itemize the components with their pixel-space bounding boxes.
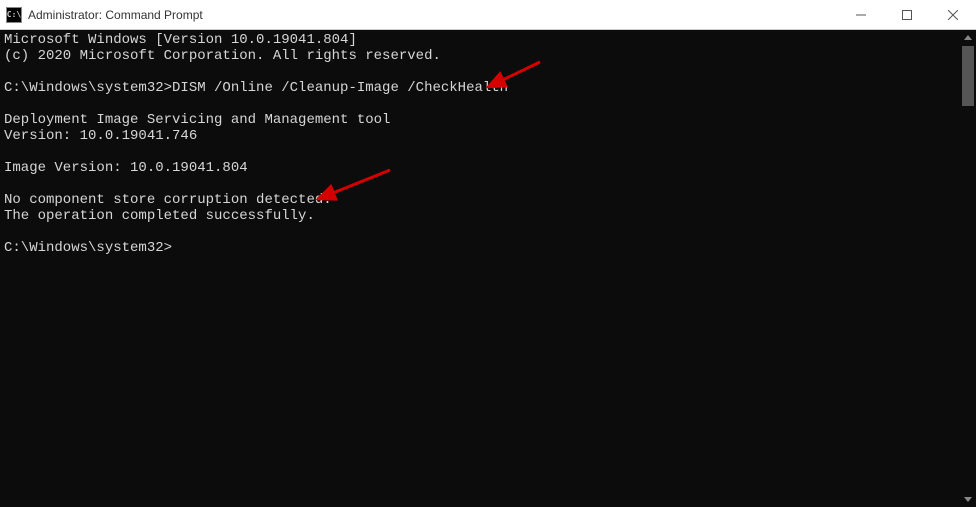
maximize-button[interactable] [884, 0, 930, 29]
minimize-button[interactable] [838, 0, 884, 29]
scrollbar-thumb[interactable] [962, 46, 974, 106]
scroll-up-icon[interactable] [960, 30, 976, 46]
close-button[interactable] [930, 0, 976, 29]
scroll-down-icon[interactable] [960, 491, 976, 507]
cmd-icon: C:\ [6, 7, 22, 23]
title-left: C:\ Administrator: Command Prompt [6, 7, 203, 23]
titlebar[interactable]: C:\ Administrator: Command Prompt [0, 0, 976, 30]
terminal-wrap: Microsoft Windows [Version 10.0.19041.80… [0, 30, 976, 507]
window-controls [838, 0, 976, 29]
terminal-output[interactable]: Microsoft Windows [Version 10.0.19041.80… [0, 30, 960, 507]
scrollbar[interactable] [960, 30, 976, 507]
window-title: Administrator: Command Prompt [28, 8, 203, 22]
